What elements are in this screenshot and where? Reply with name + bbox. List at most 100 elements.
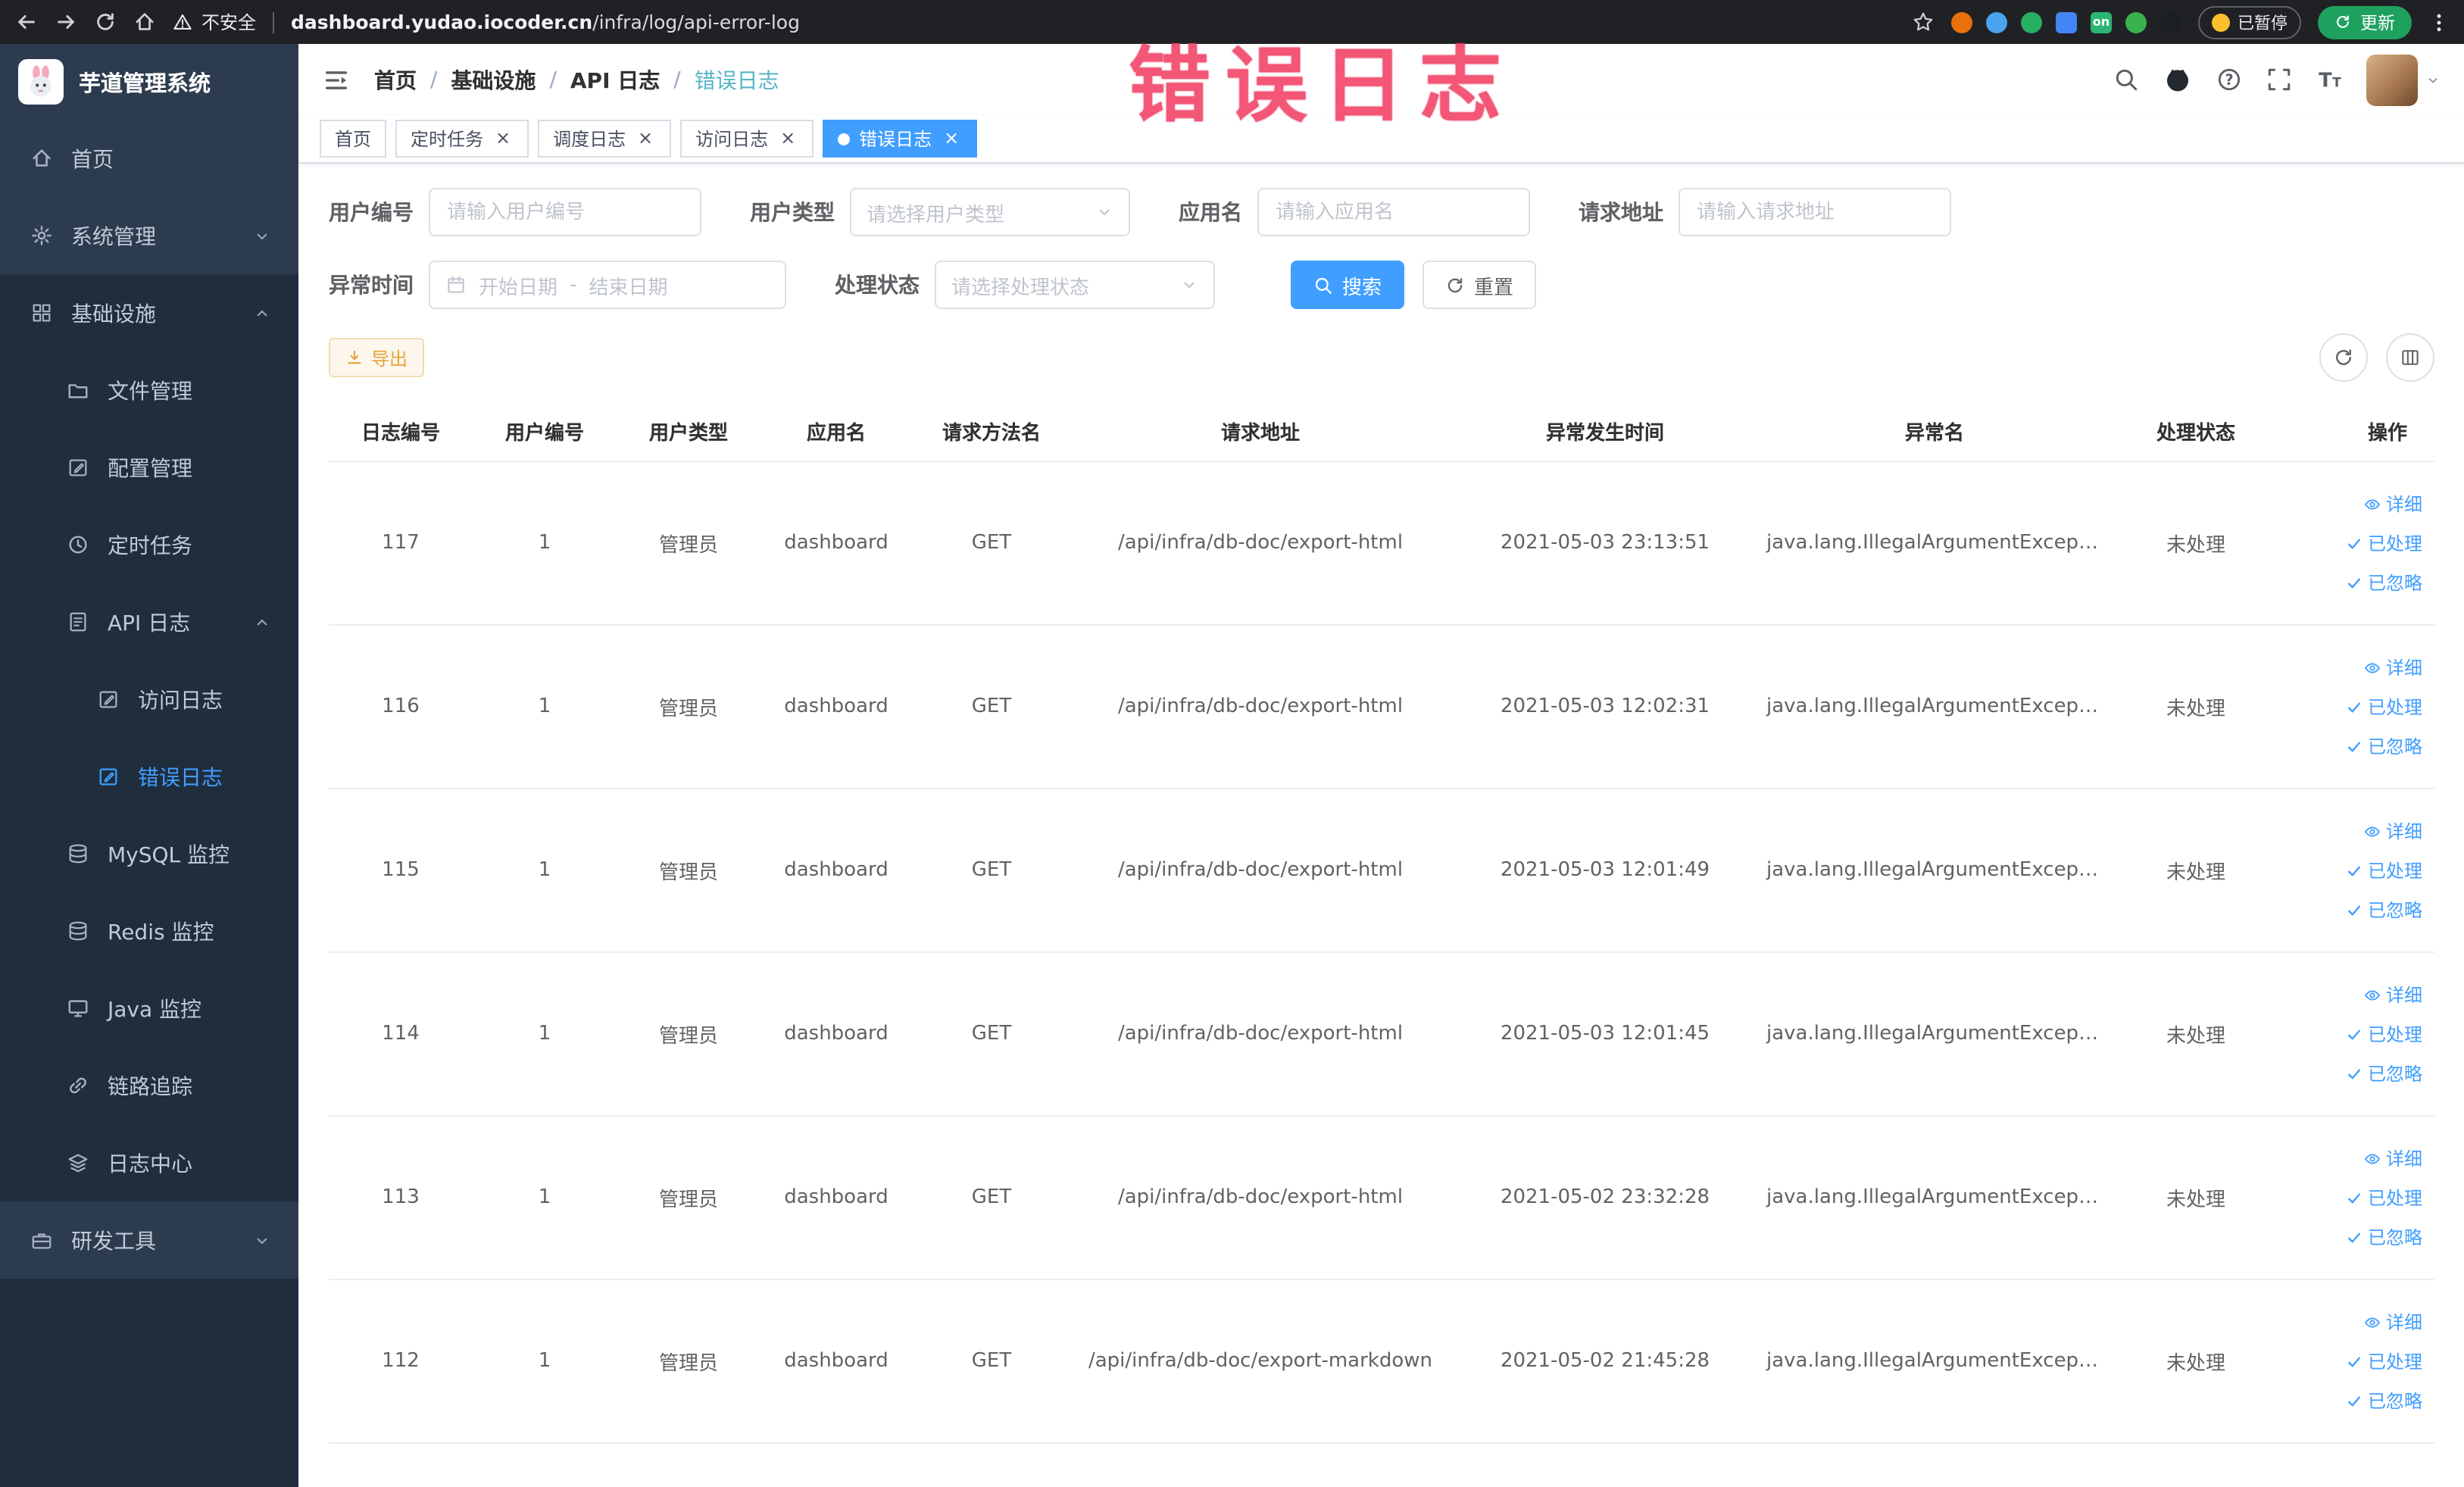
sidebar-item-job[interactable]: 定时任务: [0, 506, 298, 583]
db-icon: [67, 920, 89, 942]
sidebar-item-home[interactable]: 首页: [0, 120, 298, 197]
logo-area[interactable]: 芋道管理系统: [0, 44, 298, 120]
home-icon[interactable]: [133, 11, 156, 33]
sidebar-item-log-center[interactable]: 日志中心: [0, 1124, 298, 1201]
mark-ignored-link[interactable]: 已忽略: [2289, 563, 2428, 602]
sidebar-item-redis[interactable]: Redis 监控: [0, 892, 298, 970]
tab-job[interactable]: 定时任务 ×: [395, 120, 529, 158]
update-button[interactable]: 更新: [2318, 5, 2412, 39]
column-header: 用户类型: [617, 400, 760, 462]
user-id-label: 用户编号: [329, 201, 414, 226]
tab-close-icon[interactable]: ×: [635, 127, 656, 149]
detail-link[interactable]: 详细: [2289, 811, 2428, 851]
tab-error-log[interactable]: 错误日志 ×: [823, 120, 978, 158]
extension-paw-icon[interactable]: [2160, 11, 2181, 33]
mark-ignored-link[interactable]: 已忽略: [2289, 726, 2428, 766]
fullscreen-icon[interactable]: [2266, 67, 2292, 92]
github-icon[interactable]: [2163, 65, 2192, 94]
extension-grid-icon[interactable]: [2056, 11, 2077, 33]
sidebar-item-label: 链路追踪: [108, 1075, 192, 1099]
export-button[interactable]: 导出: [329, 338, 425, 377]
detail-link[interactable]: 详细: [2289, 648, 2428, 687]
extension-leaf-icon[interactable]: [2125, 11, 2147, 33]
column-header: 请求地址: [1071, 400, 1450, 462]
breadcrumb-item[interactable]: 首页: [374, 64, 417, 95]
app-name-input[interactable]: [1257, 188, 1530, 236]
mark-ignored-link[interactable]: 已忽略: [2289, 1217, 2428, 1257]
detail-link[interactable]: 详细: [2289, 484, 2428, 523]
user-type-select[interactable]: 请选择用户类型: [850, 188, 1130, 236]
extension-green-v-icon[interactable]: [2021, 11, 2042, 33]
tab-job-log[interactable]: 调度日志 ×: [538, 120, 672, 158]
table-header-row: 日志编号 用户编号 用户类型 应用名 请求方法名 请求地址 异常发生时间 异常名 处理状态 操作: [329, 400, 2434, 462]
mark-processed-link[interactable]: 已处理: [2289, 523, 2428, 563]
cell-exception-time: 2021-05-02 21:45:28: [1450, 1279, 1760, 1444]
cell-method: GET: [912, 1116, 1071, 1280]
mark-ignored-link[interactable]: 已忽略: [2289, 1381, 2428, 1420]
sidebar-item-java[interactable]: Java 监控: [0, 970, 298, 1047]
browser-menu-icon[interactable]: [2428, 11, 2450, 33]
extension-orange-icon[interactable]: [1951, 11, 1972, 33]
mark-ignored-link[interactable]: 已忽略: [2289, 890, 2428, 929]
sidebar-item-mysql[interactable]: MySQL 监控: [0, 815, 298, 892]
mark-processed-link[interactable]: 已处理: [2289, 687, 2428, 726]
breadcrumb-item[interactable]: API 日志: [570, 64, 660, 95]
sidebar-item-system[interactable]: 系统管理: [0, 197, 298, 274]
detail-link[interactable]: 详细: [2289, 1139, 2428, 1178]
hamburger-icon[interactable]: [323, 66, 350, 93]
search-icon[interactable]: [2113, 67, 2139, 92]
tab-home[interactable]: 首页: [320, 120, 387, 158]
help-icon[interactable]: [2216, 67, 2242, 92]
cell-log-id: 116: [329, 625, 473, 789]
doc-icon: [67, 611, 89, 633]
tab-close-icon[interactable]: ×: [777, 127, 798, 149]
forward-icon[interactable]: [55, 11, 77, 33]
table-tools: [2319, 333, 2434, 382]
update-refresh-icon: [2334, 14, 2351, 30]
sidebar-item-api-log[interactable]: API 日志: [0, 583, 298, 661]
sidebar-item-config[interactable]: 配置管理: [0, 429, 298, 506]
tab-access-log[interactable]: 访问日志 ×: [680, 120, 814, 158]
app-name-label: 应用名: [1179, 201, 1242, 226]
bookmark-star-icon[interactable]: [1912, 11, 1935, 33]
detail-link[interactable]: 详细: [2289, 1302, 2428, 1342]
breadcrumb-item[interactable]: 基础设施: [451, 64, 536, 95]
tab-close-icon[interactable]: ×: [492, 127, 514, 149]
back-icon[interactable]: [15, 11, 38, 33]
mark-processed-link[interactable]: 已处理: [2289, 1342, 2428, 1381]
extension-on-badge-icon[interactable]: on: [2091, 11, 2112, 33]
user-menu[interactable]: [2366, 54, 2441, 105]
sidebar-item-infra[interactable]: 基础设施: [0, 274, 298, 351]
mark-processed-link[interactable]: 已处理: [2289, 851, 2428, 890]
address-bar[interactable]: dashboard.yudao.iocoder.cn/infra/log/api…: [291, 11, 800, 33]
sidebar-item-tracer[interactable]: 链路追踪: [0, 1047, 298, 1124]
sidebar-item-label: Redis 监控: [108, 920, 214, 945]
date-range-picker[interactable]: 开始日期 - 结束日期: [429, 261, 786, 309]
extension-blue-drop-icon[interactable]: [1986, 11, 2007, 33]
request-url-input[interactable]: [1679, 188, 1951, 236]
mark-processed-link[interactable]: 已处理: [2289, 1178, 2428, 1217]
tab-close-icon[interactable]: ×: [941, 127, 962, 149]
sidebar-item-file[interactable]: 文件管理: [0, 351, 298, 429]
process-status-select[interactable]: 请选择处理状态: [935, 261, 1215, 309]
user-id-input[interactable]: [429, 188, 701, 236]
refresh-button[interactable]: [2319, 333, 2368, 382]
paused-badge[interactable]: 已暂停: [2198, 5, 2301, 39]
detail-link[interactable]: 详细: [2289, 975, 2428, 1014]
sidebar-item-error-log[interactable]: 错误日志: [0, 738, 298, 815]
font-size-icon[interactable]: [2316, 67, 2342, 92]
reset-button[interactable]: 重置: [1422, 261, 1537, 309]
search-button[interactable]: 搜索: [1291, 261, 1405, 309]
cell-app-name: dashboard: [760, 952, 912, 1117]
sidebar-item-label: 日志中心: [108, 1152, 192, 1176]
table-body: 117 1 管理员 dashboard GET /api/infra/db-do…: [329, 461, 2434, 1444]
tab-label: 定时任务: [411, 129, 484, 150]
mark-ignored-link[interactable]: 已忽略: [2289, 1054, 2428, 1093]
check-icon: [2345, 698, 2363, 716]
sidebar-item-access-log[interactable]: 访问日志: [0, 661, 298, 738]
reload-icon[interactable]: [94, 11, 117, 33]
column-settings-button[interactable]: [2386, 333, 2434, 382]
sidebar-item-dev-tools[interactable]: 研发工具: [0, 1201, 298, 1279]
security-chip[interactable]: 不安全: [173, 9, 256, 35]
mark-processed-link[interactable]: 已处理: [2289, 1014, 2428, 1054]
